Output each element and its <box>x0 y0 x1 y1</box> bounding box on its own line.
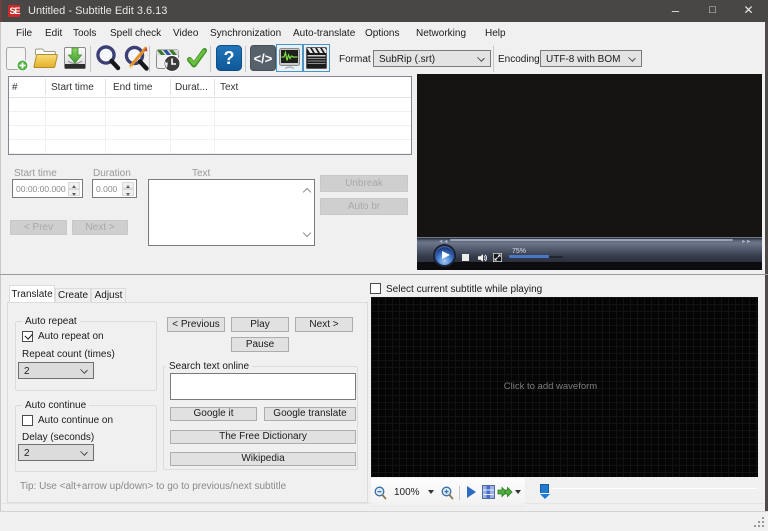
svg-text:</>: </> <box>254 51 273 66</box>
svg-text:?: ? <box>224 48 235 68</box>
